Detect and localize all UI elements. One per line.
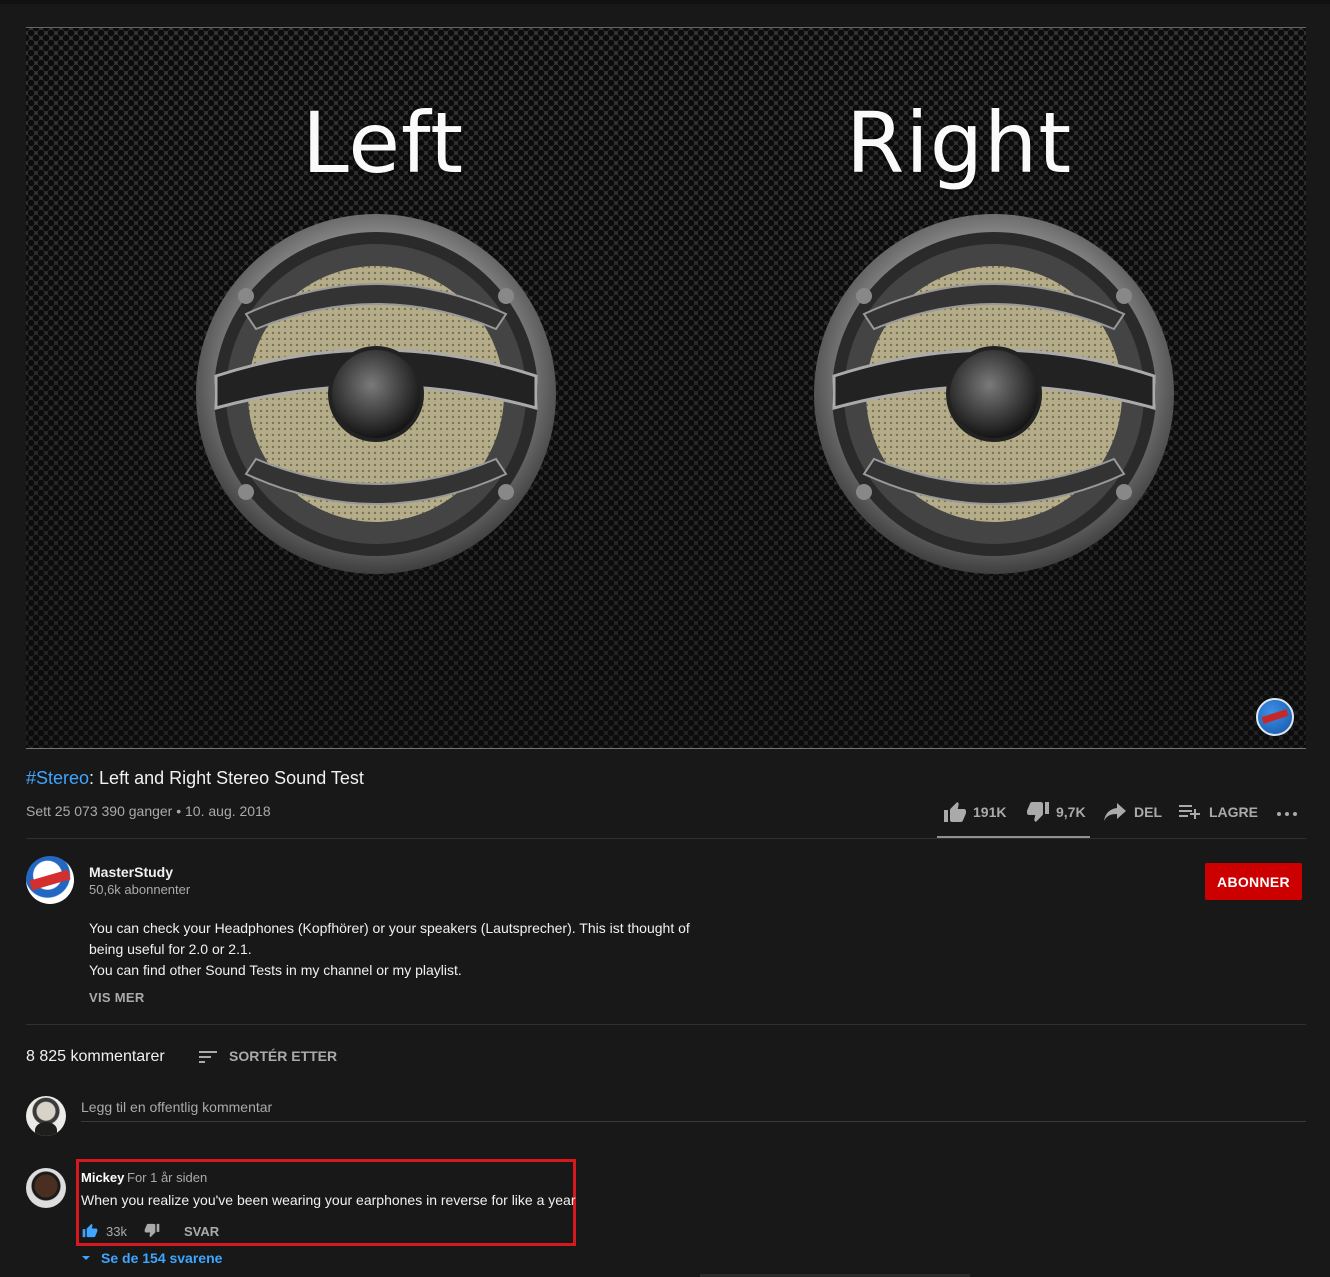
left-speaker-image [196, 214, 556, 574]
more-actions-button[interactable] [1276, 804, 1298, 822]
right-speaker-image [814, 214, 1174, 574]
add-comment-input[interactable]: Legg til en offentlig kommentar [81, 1099, 272, 1115]
reply-button[interactable]: SVAR [184, 1224, 219, 1239]
divider [26, 838, 1306, 839]
comment-like-button[interactable] [82, 1223, 98, 1243]
description-line: being useful for 2.0 or 2.1. [89, 941, 252, 957]
comment-author[interactable]: Mickey [81, 1170, 124, 1185]
video-title-text: : Left and Right Stereo Sound Test [89, 768, 364, 788]
sort-comments-button[interactable]: SORTÉR ETTER [199, 1048, 337, 1064]
description-line: You can find other Sound Tests in my cha… [89, 962, 462, 978]
left-channel-label: Left [302, 94, 465, 192]
comment-like-count: 33k [106, 1224, 127, 1239]
playlist-add-icon [1179, 805, 1200, 819]
dislike-button[interactable]: 9,7K [1026, 801, 1086, 823]
thumbs-down-icon [144, 1223, 160, 1238]
subscriber-count: 50,6k abonnenter [89, 882, 191, 897]
video-description: You can check your Headphones (Kopfhörer… [89, 918, 729, 981]
subscribe-button[interactable]: ABONNER [1205, 863, 1302, 900]
comment-text: When you realize you've been wearing you… [81, 1192, 576, 1208]
more-horizontal-icon [1277, 812, 1297, 816]
comment-author-avatar[interactable] [26, 1168, 66, 1208]
current-user-avatar [26, 1096, 66, 1136]
view-replies-label: Se de 154 svarene [101, 1250, 223, 1266]
comment-input-underline [81, 1121, 1306, 1122]
divider [26, 1024, 1306, 1025]
like-button[interactable]: 191K [943, 801, 1006, 823]
comment-dislike-button[interactable] [144, 1223, 160, 1243]
share-label: DEL [1134, 804, 1162, 820]
save-button[interactable]: LAGRE [1179, 803, 1258, 821]
like-count: 191K [973, 804, 1007, 820]
sort-label: SORTÉR ETTER [229, 1048, 338, 1064]
video-title: #Stereo: Left and Right Stereo Sound Tes… [26, 768, 364, 789]
save-label: LAGRE [1209, 804, 1258, 820]
comment-timestamp[interactable]: For 1 år siden [127, 1170, 207, 1185]
view-replies-button[interactable]: Se de 154 svarene [81, 1250, 222, 1266]
sort-icon [199, 1051, 217, 1063]
description-line: You can check your Headphones (Kopfhörer… [89, 920, 690, 936]
share-arrow-icon [1104, 803, 1126, 821]
video-player[interactable]: Left Right [26, 27, 1306, 749]
dislike-count: 9,7K [1056, 804, 1086, 820]
channel-avatar[interactable] [26, 856, 74, 904]
thumbs-up-icon [944, 802, 966, 822]
share-button[interactable]: DEL [1104, 803, 1162, 821]
hashtag-link[interactable]: #Stereo [26, 768, 89, 788]
comment-count: 8 825 kommentarer [26, 1048, 165, 1065]
thumbs-up-icon [82, 1223, 98, 1238]
caret-down-icon [82, 1256, 90, 1260]
right-channel-label: Right [846, 94, 1073, 192]
channel-watermark-logo[interactable] [1256, 698, 1294, 736]
video-views-date: Sett 25 073 390 ganger • 10. aug. 2018 [26, 803, 271, 819]
show-more-button[interactable]: VIS MER [89, 990, 145, 1005]
thumbs-down-icon [1027, 802, 1049, 822]
channel-name[interactable]: MasterStudy [89, 864, 173, 880]
window-top-edge [0, 0, 1330, 4]
